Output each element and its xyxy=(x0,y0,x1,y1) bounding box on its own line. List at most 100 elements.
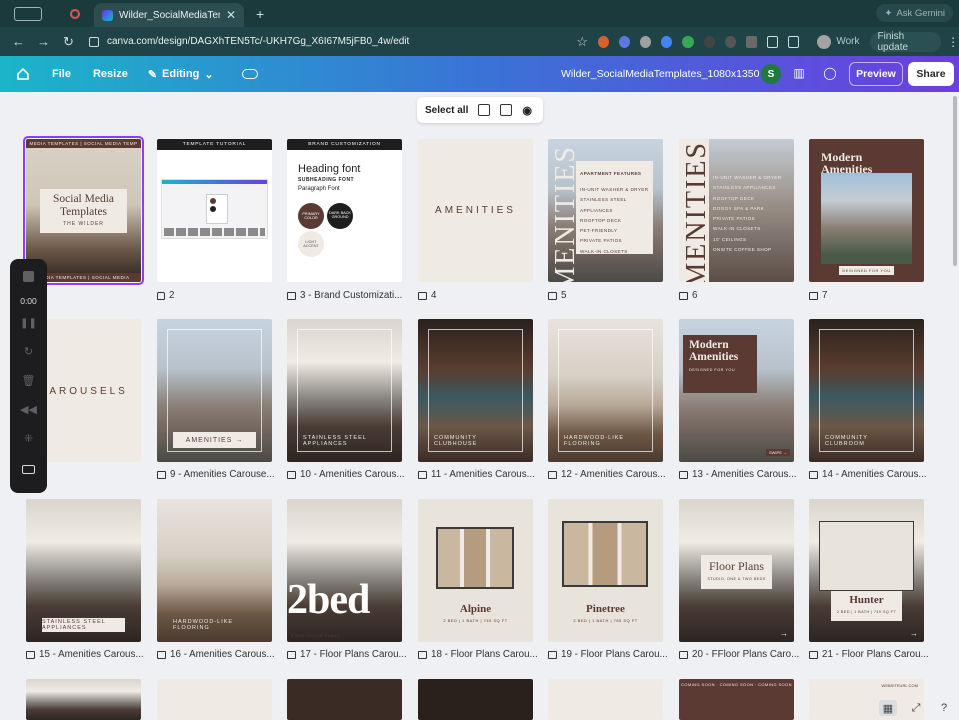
page-thumbnail[interactable] xyxy=(26,679,141,720)
page-label[interactable]: 11 - Amenities Carous... xyxy=(418,469,535,480)
select-all-button[interactable]: Select all xyxy=(425,105,468,116)
page-label[interactable]: 17 - Floor Plans Carou... xyxy=(287,649,407,660)
page-label[interactable]: 10 - Amenities Carous... xyxy=(287,469,405,480)
back-icon[interactable]: ← xyxy=(12,34,25,49)
resize-button[interactable]: Resize xyxy=(93,68,128,80)
page-thumbnail[interactable]: COMMUNITY CLUBHOUSE xyxy=(418,319,533,462)
page-thumbnail[interactable] xyxy=(287,679,402,720)
help-icon[interactable]: ? xyxy=(935,700,953,716)
download-icon[interactable] xyxy=(766,35,779,48)
page-label[interactable]: 18 - Floor Plans Carou... xyxy=(418,649,538,660)
page-thumbnail[interactable]: HARDWOOD-LIKE FLOORING xyxy=(157,499,272,642)
page-thumbnail[interactable]: Hunter 2 BED | 1 BATH | 749 SQ FT → xyxy=(809,499,924,642)
delete-icon[interactable]: 🗑 xyxy=(22,374,36,387)
page-thumbnail[interactable]: BRAND CUSTOMIZATION Heading font SUBHEAD… xyxy=(287,139,402,282)
page-thumbnail[interactable]: AMENITIES xyxy=(418,139,533,282)
share-button[interactable]: Share xyxy=(908,62,954,86)
page-thumbnail[interactable] xyxy=(548,679,663,720)
document-title[interactable]: Wilder_SocialMediaTemplates_1080x1350 xyxy=(561,68,759,80)
page-label[interactable]: 4 xyxy=(418,290,436,301)
page-thumbnail[interactable]: Alpine 2 BED | 1 BATH | 749 SQ FT xyxy=(418,499,533,642)
extension-icon[interactable] xyxy=(682,35,694,48)
close-icon[interactable]: ✕ xyxy=(226,8,236,22)
cloud-save-icon[interactable] xyxy=(241,69,258,79)
page-thumbnail[interactable]: AMENITIES IN-UNIT WASHER & DRYER STAINLE… xyxy=(679,139,794,282)
page-label[interactable]: 5 xyxy=(548,290,566,301)
finish-update-button[interactable]: Finish update xyxy=(869,31,942,53)
address-bar[interactable]: canva.com/design/DAGXhTEN5Tc/-UKH7Gg_X6I… xyxy=(88,31,542,53)
home-icon[interactable] xyxy=(16,67,30,81)
page-thumbnail[interactable]: HARDWOOD-LIKE FLOORING xyxy=(548,319,663,462)
page-icon xyxy=(679,650,688,659)
page-label[interactable]: 19 - Floor Plans Carou... xyxy=(548,649,668,660)
extension-icon[interactable] xyxy=(619,35,631,48)
ask-gemini-button[interactable]: ✦ Ask Gemini xyxy=(876,4,953,22)
extension-icon[interactable] xyxy=(640,35,652,48)
page-label[interactable]: 12 - Amenities Carous... xyxy=(548,469,666,480)
avatar[interactable]: S xyxy=(761,64,781,84)
sidebar-toggle-icon[interactable] xyxy=(14,6,42,21)
page-thumbnail[interactable]: STAINLESS STEEL APPLIANCES xyxy=(287,319,402,462)
profile-button[interactable]: Work xyxy=(817,34,860,49)
thumb-title-box: Hunter 2 BED | 1 BATH | 749 SQ FT xyxy=(831,591,902,621)
preview-button[interactable]: Preview xyxy=(849,62,903,86)
page-icon xyxy=(287,650,296,659)
split-view-icon[interactable] xyxy=(788,35,800,48)
comment-icon[interactable]: ◯ xyxy=(822,66,838,82)
extension-icon[interactable] xyxy=(703,35,715,48)
extensions-puzzle-icon[interactable] xyxy=(745,35,757,48)
page-thumbnail[interactable]: Modern Amenities DESIGNED FOR YOU xyxy=(809,139,924,282)
page-thumbnail[interactable]: STAINLESS STEEL APPLIANCES xyxy=(26,499,141,642)
duplicate-icon[interactable] xyxy=(500,104,513,116)
site-info-icon[interactable] xyxy=(88,36,99,47)
scrollbar[interactable] xyxy=(953,96,957,266)
rewind-icon[interactable]: ◀◀ xyxy=(20,403,37,416)
page-label[interactable]: 16 - Amenities Carous... xyxy=(157,649,275,660)
page-label[interactable]: 20 - FFloor Plans Caro... xyxy=(679,649,799,660)
page-thumbnail[interactable] xyxy=(157,679,272,720)
thumb-heading: Heading font xyxy=(298,163,361,175)
extension-icon[interactable] xyxy=(724,35,736,48)
arrow-right-icon: → xyxy=(780,629,788,638)
add-page-icon[interactable] xyxy=(478,104,491,116)
extension-icon[interactable] xyxy=(597,35,610,48)
page-label[interactable]: 21 - Floor Plans Carou... xyxy=(809,649,929,660)
tab-title: Wilder_SocialMediaTemplate xyxy=(119,9,220,21)
browser-tab[interactable]: Wilder_SocialMediaTemplate ✕ xyxy=(94,3,244,27)
page-thumbnail[interactable]: Pinetree 2 BED | 1 BATH | 785 SQ FT xyxy=(548,499,663,642)
recording-icon[interactable] xyxy=(70,8,80,19)
page-thumbnail[interactable]: 2bed 2 BED FLOOR PLANS xyxy=(287,499,402,642)
stop-icon[interactable] xyxy=(23,271,34,282)
forward-icon[interactable]: → xyxy=(37,34,50,49)
page-thumbnail[interactable]: COMMUNITY CLUBROOM xyxy=(809,319,924,462)
page-label[interactable]: 15 - Amenities Carous... xyxy=(26,649,144,660)
new-tab-icon[interactable]: + xyxy=(256,6,264,22)
page-thumbnail[interactable]: AMENITIES APARTMENT FEATURES IN-UNIT WAS… xyxy=(548,139,663,282)
page-thumbnail[interactable]: COMING SOON · COMING SOON · COMING SOON xyxy=(679,679,794,720)
extension-icon[interactable] xyxy=(661,35,673,48)
bookmark-star-icon[interactable]: ☆ xyxy=(576,34,588,50)
page-thumbnail[interactable]: Floor Plans STUDIO, ONE & TWO BEDS → xyxy=(679,499,794,642)
page-label[interactable]: 14 - Amenities Carous... xyxy=(809,469,927,480)
page-thumbnail[interactable]: Modern Amenities DESIGNED FOR YOU SWIPE … xyxy=(679,319,794,462)
editing-mode-button[interactable]: ✎ Editing ⌄ xyxy=(148,68,214,81)
menu-kebab-icon[interactable]: ⋮ xyxy=(947,35,959,49)
reload-icon[interactable]: ↻ xyxy=(62,34,75,50)
page-thumbnail[interactable] xyxy=(418,679,533,720)
page-label[interactable]: 9 - Amenities Carouse... xyxy=(157,469,275,480)
restart-icon[interactable]: ↻ xyxy=(24,345,33,358)
insights-chart-icon[interactable]: ▥ xyxy=(791,66,807,82)
hide-eye-icon[interactable]: ◉ xyxy=(522,104,532,117)
grid-icon[interactable]: ⁜ xyxy=(24,432,33,445)
page-label[interactable]: 7 xyxy=(809,290,827,301)
camera-icon[interactable] xyxy=(22,465,35,474)
grid-view-icon[interactable]: ▦ xyxy=(879,700,897,716)
page-label[interactable]: 3 - Brand Customizati... xyxy=(287,290,402,301)
fullscreen-icon[interactable]: ⤢ xyxy=(907,700,925,716)
file-menu-button[interactable]: File xyxy=(52,68,71,80)
page-thumbnail[interactable]: TEMPLATE TUTORIAL xyxy=(157,139,272,282)
pause-icon[interactable]: ❚❚ xyxy=(20,318,37,329)
page-thumbnail[interactable]: AMENITIES → xyxy=(157,319,272,462)
page-label[interactable]: 13 - Amenities Carous... xyxy=(679,469,797,480)
page-label[interactable]: 6 xyxy=(679,290,697,301)
